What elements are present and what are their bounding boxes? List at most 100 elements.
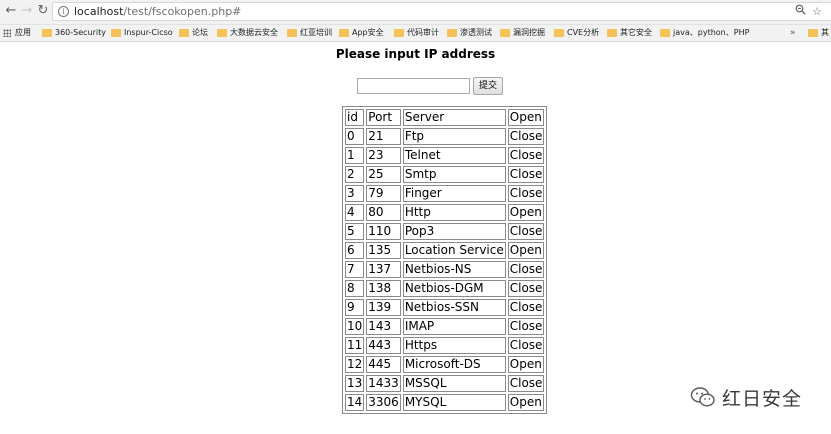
header-open: Open [507,109,545,126]
url-host: localhost [74,5,124,18]
browser-toolbar: ← → ↻ i localhost/test/fscokopen.php# ☆ [0,0,831,25]
folder-icon [111,29,121,37]
folder-icon [554,29,564,37]
header-port: Port [366,109,401,126]
table-row: 2 25 Smtp Close [345,166,545,183]
cell-server: Smtp [402,166,506,183]
bookmark-360-security[interactable]: 360-Security [42,25,106,41]
bookmarks-bar: 应用 360-Security Inspur-Cicso 论坛 大数据云安全 红… [0,25,831,42]
bookmark-label: 论坛 [192,28,208,37]
folder-icon [217,29,227,37]
bookmark-bigdata-cloud[interactable]: 大数据云安全 [217,25,278,41]
folder-icon [447,29,457,37]
bookmark-other-security[interactable]: 其它安全 [607,25,652,41]
bookmark-inspur-cicso[interactable]: Inspur-Cicso [111,25,173,41]
cell-server: Telnet [402,147,506,164]
forward-arrow-icon[interactable]: → [19,3,35,19]
ip-address-input[interactable] [357,78,470,94]
cell-server: Netbios-DGM [402,280,506,297]
address-bar[interactable]: i localhost/test/fscokopen.php# ☆ [52,2,831,21]
cell-port: 445 [366,356,401,373]
cell-server: IMAP [402,318,506,335]
bookmark-vuln-mining[interactable]: 漏洞挖掘 [500,25,545,41]
cell-id: 6 [345,242,365,259]
cell-open: Close [507,147,545,164]
folder-icon [339,29,349,37]
bookmark-label: 应用 [15,28,31,37]
bookmark-label: App安全 [352,28,384,37]
port-scan-table: id Port Server Open 0 21 Ftp Close 1 23 Telnet… [342,106,548,414]
cell-server: Pop3 [402,223,506,240]
back-arrow-icon[interactable]: ← [3,3,19,19]
table-row: 5 110 Pop3 Close [345,223,545,240]
cell-port: 135 [366,242,401,259]
bookmark-training[interactable]: 红亚培训 [287,25,332,41]
cell-open: Close [507,166,545,183]
zoom-icon[interactable] [793,4,807,20]
bookmark-app-security[interactable]: App安全 [339,25,384,41]
reload-icon[interactable]: ↻ [35,3,51,19]
table-row: 11 443 Https Close [345,337,545,354]
cell-port: 21 [366,128,401,145]
more-bookmarks-icon[interactable]: » [790,25,796,41]
cell-server: Http [402,204,506,221]
cell-open: Open [507,356,545,373]
cell-id: 10 [345,318,365,335]
cell-port: 3306 [366,394,401,411]
cell-id: 12 [345,356,365,373]
cell-id: 9 [345,299,365,316]
cell-open: Close [507,318,545,335]
url-text[interactable]: localhost/test/fscokopen.php# [74,4,241,20]
cell-open: Open [507,394,545,411]
cell-server: Location Service [402,242,506,259]
cell-id: 8 [345,280,365,297]
cell-port: 138 [366,280,401,297]
cell-id: 0 [345,128,365,145]
cell-server: Microsoft-DS [402,356,506,373]
cell-server: Finger [402,185,506,202]
cell-port: 110 [366,223,401,240]
bookmark-label: java、python、PHP [673,28,750,37]
cell-open: Close [507,261,545,278]
submit-button[interactable]: 提交 [473,77,503,95]
watermark-logo: 红日安全 [690,383,802,411]
table-row: 6 135 Location Service Open [345,242,545,259]
cell-open: Close [507,185,545,202]
cell-id: 11 [345,337,365,354]
bookmark-label: 其它安全 [620,28,652,37]
cell-port: 25 [366,166,401,183]
folder-icon [808,29,818,37]
folder-icon [179,29,189,37]
cell-server: Netbios-SSN [402,299,506,316]
cell-id: 1 [345,147,365,164]
bookmark-cve-analysis[interactable]: CVE分析 [554,25,599,41]
cell-open: Close [507,280,545,297]
table-header-row: id Port Server Open [345,109,545,126]
cell-server: Https [402,337,506,354]
folder-icon [287,29,297,37]
bookmark-overflow[interactable]: 其 [808,25,829,41]
apps-grid-icon[interactable] [3,29,11,37]
cell-port: 80 [366,204,401,221]
bookmark-label: 360-Security [55,28,107,37]
bookmark-apps[interactable]: 应用 [15,25,31,41]
bookmark-pentest[interactable]: 渗透测试 [447,25,492,41]
bookmark-java-python-php[interactable]: java、python、PHP [660,25,749,41]
cell-open: Open [507,242,545,259]
table-row: 1 23 Telnet Close [345,147,545,164]
info-icon[interactable]: i [58,6,69,17]
bookmark-star-icon[interactable]: ☆ [810,4,824,20]
cell-id: 13 [345,375,365,392]
wechat-icon [690,387,715,407]
bookmark-label: 其 [821,28,829,37]
cell-id: 5 [345,223,365,240]
bookmark-forum[interactable]: 论坛 [179,25,208,41]
cell-id: 4 [345,204,365,221]
bookmark-label: Inspur-Cicso [124,28,173,37]
cell-server: MYSQL [402,394,506,411]
cell-open: Close [507,375,545,392]
cell-open: Close [507,223,545,240]
folder-icon [394,29,404,37]
cell-open: Close [507,337,545,354]
bookmark-code-audit[interactable]: 代码审计 [394,25,439,41]
